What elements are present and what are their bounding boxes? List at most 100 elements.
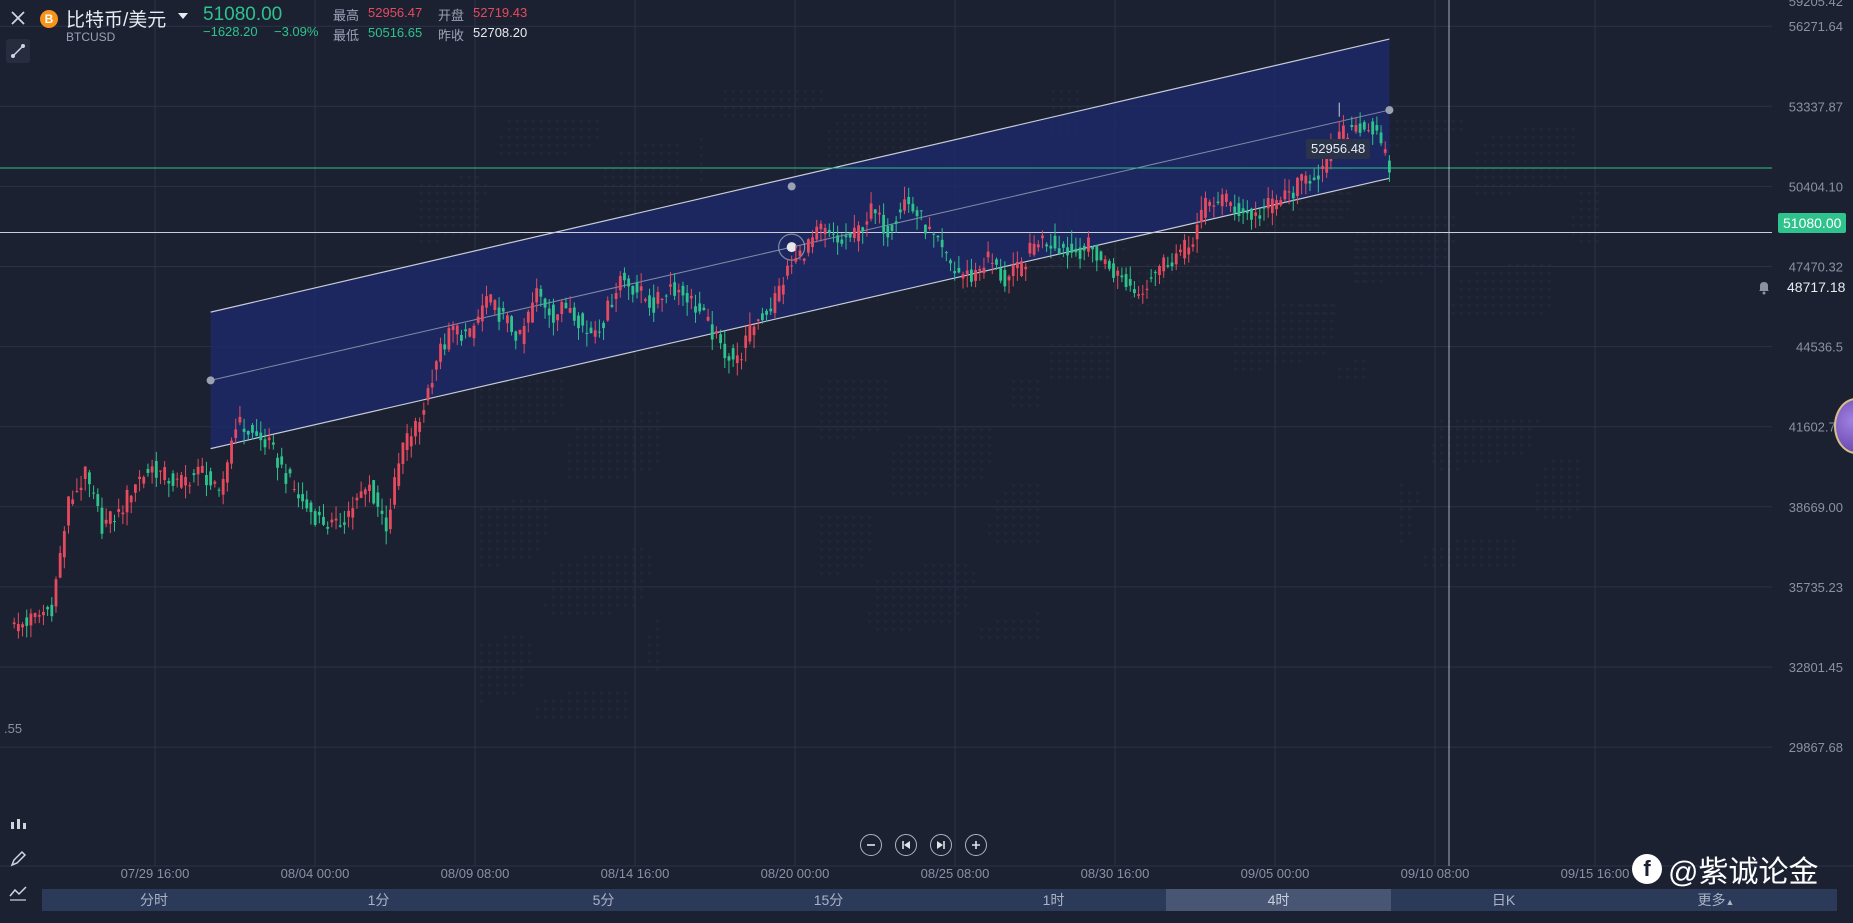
map-dot — [1380, 280, 1383, 283]
map-dot — [524, 152, 527, 155]
map-dot — [480, 412, 483, 415]
jump-end-button[interactable] — [930, 834, 952, 856]
map-dot — [1496, 564, 1499, 567]
map-dot — [1050, 368, 1053, 371]
candle-body — [1237, 203, 1241, 217]
map-dot — [852, 428, 855, 431]
channel-anchor-handle[interactable] — [206, 376, 215, 385]
map-dot — [1324, 216, 1327, 219]
more-timeframes-button[interactable]: 更多▲ — [1616, 889, 1816, 911]
map-dot — [1552, 484, 1555, 487]
map-dot — [900, 444, 903, 447]
map-dot — [1234, 336, 1237, 339]
open-label: 开盘 — [438, 8, 465, 23]
map-dot — [892, 596, 895, 599]
channel-anchor-handle[interactable] — [787, 182, 796, 191]
map-dot — [1508, 152, 1511, 155]
map-dot — [676, 144, 679, 147]
candle-body — [1279, 200, 1283, 206]
map-dot — [592, 708, 595, 711]
zoom-in-button[interactable] — [965, 834, 987, 856]
zoom-out-button[interactable] — [860, 834, 882, 856]
pen-tool-button[interactable] — [6, 847, 30, 871]
map-dot — [908, 604, 911, 607]
map-dot — [828, 146, 831, 149]
map-dot — [868, 396, 871, 399]
candle-body — [422, 410, 426, 415]
map-dot — [844, 428, 847, 431]
symbol-dropdown-icon[interactable] — [178, 13, 188, 19]
candle-body — [113, 521, 116, 523]
timeframe-tab-active[interactable]: 4时 — [1166, 889, 1391, 911]
map-dot — [528, 396, 531, 399]
map-dot — [1348, 200, 1351, 203]
indicator-button[interactable] — [6, 813, 30, 837]
close-button[interactable] — [6, 6, 30, 30]
map-dot — [1492, 176, 1495, 179]
map-dot — [648, 460, 651, 463]
map-dot — [996, 516, 999, 519]
map-dot — [1536, 484, 1539, 487]
candle-body — [401, 442, 405, 465]
map-dot — [1588, 200, 1591, 203]
candle-body — [100, 507, 104, 534]
timeframe-tab[interactable]: 分时 — [42, 889, 266, 911]
timeframe-tab[interactable]: 5分 — [491, 889, 716, 911]
timeframe-tab[interactable]: 1分 — [266, 889, 491, 911]
map-dot — [1178, 312, 1181, 315]
channel-drag-handle[interactable] — [786, 242, 797, 253]
map-dot — [988, 290, 991, 293]
map-dot — [540, 144, 543, 147]
price-axis-label: 50404.10 — [1789, 179, 1843, 194]
map-dot — [1524, 296, 1527, 299]
map-dot — [844, 396, 847, 399]
map-dot — [1516, 272, 1519, 275]
close-icon — [11, 11, 25, 25]
map-dot — [876, 122, 879, 125]
timeframe-tab[interactable]: 1时 — [941, 889, 1166, 911]
symbol-name[interactable]: 比特币/美元 — [66, 5, 166, 32]
map-dot — [544, 708, 547, 711]
timeframe-tab[interactable]: 15分 — [716, 889, 941, 911]
map-dot — [592, 716, 595, 719]
time-axis-label: 09/05 00:00 — [1241, 866, 1310, 881]
map-dot — [924, 484, 927, 487]
map-dot — [608, 564, 611, 567]
drawing-tool-button[interactable] — [6, 39, 30, 63]
map-dot — [1316, 208, 1319, 211]
map-dot — [1028, 380, 1031, 383]
map-dot — [1456, 548, 1459, 551]
price-axis-label: 53337.87 — [1789, 99, 1843, 114]
candle-body — [330, 519, 334, 523]
map-dot — [1476, 160, 1479, 163]
jump-start-button[interactable] — [895, 834, 917, 856]
channel-anchor-handle[interactable] — [1385, 106, 1394, 115]
candle-body — [380, 510, 384, 514]
candle-body — [267, 437, 271, 441]
candle-body — [21, 624, 24, 628]
map-dot — [600, 572, 603, 575]
map-dot — [488, 516, 491, 519]
map-dot — [828, 428, 831, 431]
candlestick-chart[interactable]: 56271.6453337.8750404.1047470.3244536.54… — [0, 0, 1853, 923]
map-dot — [852, 556, 855, 559]
map-dot — [1194, 288, 1197, 291]
map-dot — [656, 644, 659, 647]
map-dot — [576, 460, 579, 463]
candle-body — [472, 325, 476, 339]
map-dot — [624, 700, 627, 703]
map-dot — [1050, 352, 1053, 355]
map-dot — [972, 580, 975, 583]
alert-button[interactable] — [1752, 275, 1776, 299]
map-dot — [576, 468, 579, 471]
map-dot — [1324, 312, 1327, 315]
chart-type-button[interactable] — [6, 881, 30, 905]
map-dot — [996, 298, 999, 301]
map-dot — [1488, 436, 1491, 439]
timeframe-tab[interactable]: 日K — [1391, 889, 1616, 911]
map-dot — [836, 138, 839, 141]
map-dot — [1362, 368, 1365, 371]
candle-body — [1179, 249, 1182, 253]
alert-price-tag[interactable]: 48717.18 — [1782, 277, 1850, 297]
map-dot — [1162, 280, 1165, 283]
